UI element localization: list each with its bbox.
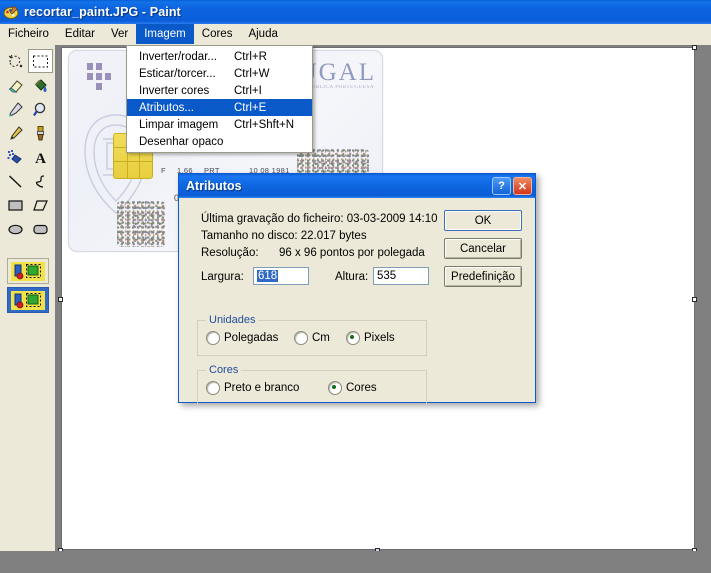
- resolution-label: Resolução:: [201, 247, 259, 259]
- menu-item-inverter-rodar[interactable]: Inverter/rodar... Ctrl+R: [127, 48, 312, 65]
- width-label: Largura:: [201, 271, 244, 283]
- menu-item-inverter-cores[interactable]: Inverter cores Ctrl+I: [127, 82, 312, 99]
- colors-legend: Cores: [206, 364, 242, 376]
- radio-dot-polegadas: [206, 331, 220, 345]
- toolbox-grid: A: [3, 49, 53, 241]
- menu-ficheiro[interactable]: Ficheiro: [0, 24, 57, 44]
- width-value: 618: [257, 270, 279, 282]
- paint-application-window: recortar_paint.JPG - Paint Ficheiro Edit…: [0, 0, 711, 573]
- menu-ver[interactable]: Ver: [103, 24, 136, 44]
- airbrush-icon[interactable]: [3, 145, 28, 169]
- menubar: Ficheiro Editar Ver Imagem Cores Ajuda: [0, 24, 711, 45]
- menu-cores[interactable]: Cores: [194, 24, 241, 44]
- radio-dot-pixels: [346, 331, 360, 345]
- braille-dots: [87, 63, 117, 93]
- brush-icon[interactable]: [28, 121, 53, 145]
- attributes-dialog: Atributos ? ✕ Última gravação do ficheir…: [178, 173, 536, 406]
- last-saved-info: Última gravação do ficheiro: 03-03-2009 …: [201, 213, 438, 225]
- radio-pixels[interactable]: Pixels: [346, 331, 395, 345]
- dialog-body: Última gravação do ficheiro: 03-03-2009 …: [179, 198, 535, 406]
- rectangle-icon[interactable]: [3, 193, 28, 217]
- units-groupbox: Unidades Polegadas Cm Pixels: [197, 314, 427, 356]
- canvas-resize-handle-middle-right[interactable]: [692, 297, 697, 302]
- free-form-select-icon[interactable]: [3, 49, 28, 73]
- menu-ajuda[interactable]: Ajuda: [240, 24, 285, 44]
- height-label: Altura:: [335, 271, 369, 283]
- radio-label-pixels: Pixels: [364, 332, 395, 344]
- radio-label-polegadas: Polegadas: [224, 332, 279, 344]
- rounded-rectangle-icon[interactable]: [28, 217, 53, 241]
- toolbox-panel: A: [0, 45, 55, 573]
- card-field-f: F: [161, 166, 166, 175]
- menu-editar[interactable]: Editar: [57, 24, 103, 44]
- magnifier-icon[interactable]: [28, 97, 53, 121]
- radio-cores[interactable]: Cores: [328, 381, 377, 395]
- menu-item-desenhar-opaco[interactable]: Desenhar opaco: [127, 133, 312, 150]
- text-icon[interactable]: A: [28, 145, 53, 169]
- pick-color-icon[interactable]: [3, 97, 28, 121]
- window-titlebar[interactable]: recortar_paint.JPG - Paint: [0, 0, 711, 24]
- line-icon[interactable]: [3, 169, 28, 193]
- radio-polegadas[interactable]: Polegadas: [206, 331, 278, 345]
- svg-text:A: A: [35, 151, 46, 166]
- canvas-resize-handle-top-right[interactable]: [692, 45, 697, 50]
- opaque-selection-option[interactable]: [7, 258, 49, 284]
- height-input[interactable]: 535: [373, 267, 429, 285]
- image-menu-dropdown: Inverter/rodar... Ctrl+R Esticar/torcer.…: [126, 45, 313, 153]
- resolution-value: 96 x 96 pontos por polegada: [279, 247, 425, 259]
- radio-cm[interactable]: Cm: [294, 331, 330, 345]
- noise-patch-2: [117, 201, 165, 247]
- close-icon[interactable]: ✕: [513, 177, 532, 195]
- rectangle-select-icon[interactable]: [28, 49, 53, 73]
- radio-label-preto-e-branco: Preto e branco: [224, 382, 300, 394]
- eraser-icon[interactable]: [3, 73, 28, 97]
- cancel-button[interactable]: Cancelar: [444, 238, 522, 259]
- menu-imagem[interactable]: Imagem: [136, 24, 194, 44]
- transparent-selection-option[interactable]: [7, 287, 49, 313]
- dialog-titlebar[interactable]: Atributos ? ✕: [179, 174, 535, 198]
- colors-groupbox: Cores Preto e branco Cores: [197, 364, 427, 406]
- fill-with-color-icon[interactable]: [28, 73, 53, 97]
- width-input[interactable]: 618: [253, 267, 309, 285]
- radio-dot-cm: [294, 331, 308, 345]
- radio-label-cores: Cores: [346, 382, 377, 394]
- default-button[interactable]: Predefinição: [444, 266, 522, 287]
- dialog-title: Atributos: [186, 179, 242, 193]
- menu-item-esticar-torcer[interactable]: Esticar/torcer... Ctrl+W: [127, 65, 312, 82]
- pencil-icon[interactable]: [3, 121, 28, 145]
- disk-size-info: Tamanho no disco: 22.017 bytes: [201, 230, 367, 242]
- radio-preto-e-branco[interactable]: Preto e branco: [206, 381, 299, 395]
- canvas-resize-handle-middle-left[interactable]: [58, 297, 63, 302]
- ellipse-icon[interactable]: [3, 217, 28, 241]
- height-value: 535: [377, 270, 397, 282]
- curve-icon[interactable]: [28, 169, 53, 193]
- help-icon[interactable]: ?: [492, 177, 511, 195]
- ok-button[interactable]: OK: [444, 210, 522, 231]
- radio-dot-cores: [328, 381, 342, 395]
- radio-label-cm: Cm: [312, 332, 330, 344]
- menu-item-atributos[interactable]: Atributos... Ctrl+E: [127, 99, 312, 116]
- polygon-icon[interactable]: [28, 193, 53, 217]
- menu-item-limpar-imagem[interactable]: Limpar imagem Ctrl+Shft+N: [127, 116, 312, 133]
- paint-palette-icon: [3, 4, 19, 20]
- window-bottom-strip: [0, 551, 711, 573]
- window-title: recortar_paint.JPG - Paint: [24, 5, 181, 19]
- radio-dot-preto-e-branco: [206, 381, 220, 395]
- units-legend: Unidades: [206, 314, 259, 326]
